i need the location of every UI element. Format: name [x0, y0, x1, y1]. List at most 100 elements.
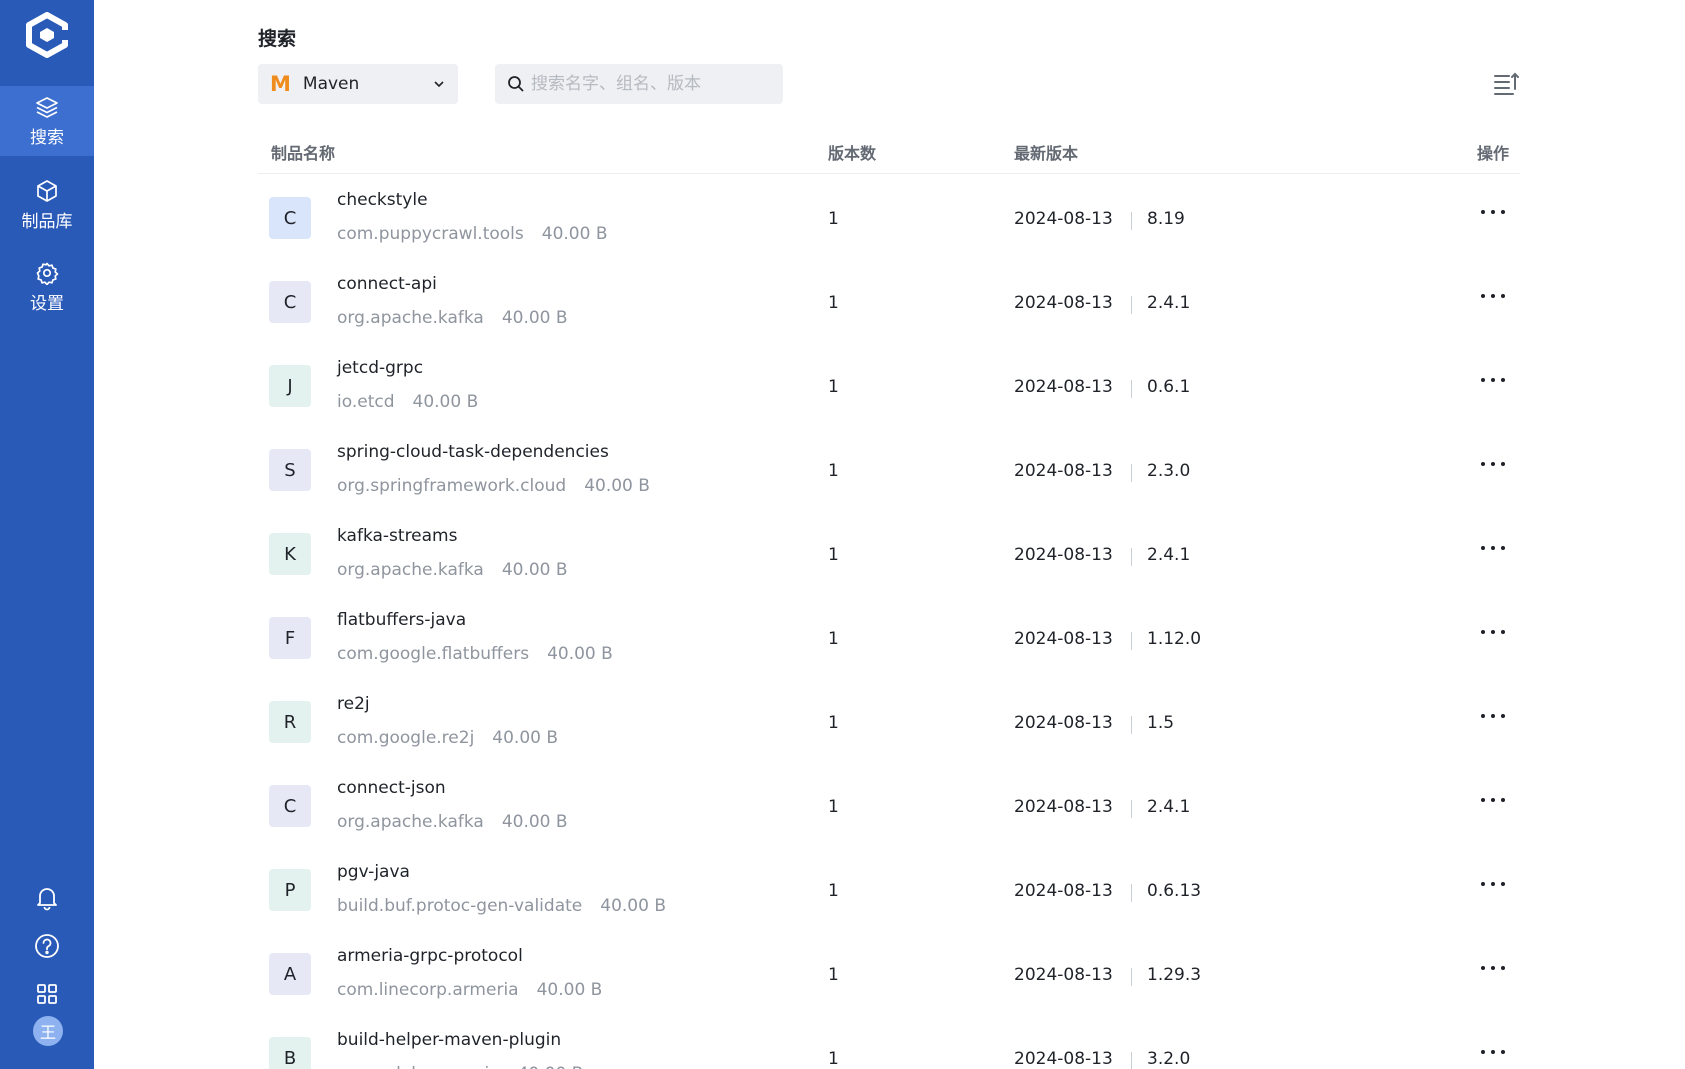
artifact-size: 40.00 B — [547, 644, 613, 664]
table-row[interactable]: Bbuild-helper-maven-plugin org.codehaus.m… — [258, 1016, 1520, 1069]
more-actions-icon[interactable] — [1478, 538, 1508, 558]
more-actions-icon[interactable] — [1478, 958, 1508, 978]
help-icon[interactable] — [33, 932, 61, 960]
artifact-name[interactable]: kafka-streams — [337, 526, 457, 546]
nav-search-label: 搜索 — [30, 127, 64, 148]
artifact-name[interactable]: pgv-java — [337, 862, 410, 882]
search-input[interactable] — [531, 74, 771, 94]
divider — [1131, 884, 1132, 902]
latest-version: 1.5 — [1147, 713, 1175, 733]
layers-icon — [36, 96, 58, 118]
artifact-meta: com.google.flatbuffers 40.00 B — [337, 644, 613, 664]
more-actions-icon[interactable] — [1478, 286, 1508, 306]
version-count: 1 — [828, 713, 839, 733]
divider — [1131, 632, 1132, 650]
version-count: 1 — [828, 881, 839, 901]
artifact-meta: org.apache.kafka 40.00 B — [337, 308, 568, 328]
artifact-name[interactable]: flatbuffers-java — [337, 610, 466, 630]
artifact-group: com.google.flatbuffers — [337, 644, 530, 664]
artifact-name[interactable]: re2j — [337, 694, 370, 714]
artifact-name[interactable]: connect-api — [337, 274, 437, 294]
artifact-initial-badge: P — [269, 869, 311, 911]
more-actions-icon[interactable] — [1478, 202, 1508, 222]
table-row[interactable]: Jjetcd-grpc io.etcd 40.00 B 1 2024-08-13 0.6.… — [258, 344, 1520, 428]
artifact-initial-badge: F — [269, 617, 311, 659]
artifact-initial-badge: K — [269, 533, 311, 575]
artifact-meta: com.puppycrawl.tools 40.00 B — [337, 224, 608, 244]
table-row[interactable]: Ppgv-java build.buf.protoc-gen-validate 40… — [258, 848, 1520, 932]
more-actions-icon[interactable] — [1478, 454, 1508, 474]
divider — [1131, 212, 1132, 230]
artifact-size: 40.00 B — [536, 980, 603, 1000]
more-actions-icon[interactable] — [1478, 370, 1508, 390]
artifact-group: com.google.re2j — [337, 728, 475, 748]
more-actions-icon[interactable] — [1478, 874, 1508, 894]
nav-repository[interactable]: 制品库 — [0, 170, 94, 240]
table-row[interactable]: Fflatbuffers-java com.google.flatbuffers 4… — [258, 596, 1520, 680]
nav-repository-label: 制品库 — [21, 211, 73, 232]
app-logo-icon[interactable] — [24, 12, 70, 58]
repo-type-select[interactable]: M Maven — [258, 64, 458, 104]
table-row[interactable]: Sspring-cloud-task-dependencies org.sprin… — [258, 428, 1520, 512]
more-actions-icon[interactable] — [1478, 790, 1508, 810]
artifact-name[interactable]: build-helper-maven-plugin — [337, 1030, 561, 1050]
version-count: 1 — [828, 377, 839, 397]
table-row[interactable]: Kkafka-streams org.apache.kafka 40.00 B 1 20… — [258, 512, 1520, 596]
divider — [1131, 800, 1132, 818]
artifact-name[interactable]: spring-cloud-task-dependencies — [337, 442, 609, 462]
artifact-meta: build.buf.protoc-gen-validate 40.00 B — [337, 896, 666, 916]
more-actions-icon[interactable] — [1478, 1042, 1508, 1062]
artifact-name[interactable]: jetcd-grpc — [337, 358, 423, 378]
nav-settings-label: 设置 — [30, 293, 64, 314]
chevron-down-icon — [434, 81, 444, 88]
latest-date: 2024-08-13 — [1014, 461, 1113, 481]
version-count: 1 — [828, 293, 839, 313]
apps-grid-icon[interactable] — [33, 980, 61, 1008]
artifact-meta: org.apache.kafka 40.00 B — [337, 560, 568, 580]
artifact-group: com.puppycrawl.tools — [337, 224, 524, 244]
latest-version: 0.6.13 — [1147, 881, 1202, 901]
divider — [1131, 380, 1132, 398]
artifact-initial-badge: B — [269, 1037, 311, 1069]
artifact-name[interactable]: armeria-grpc-protocol — [337, 946, 523, 966]
latest-date: 2024-08-13 — [1014, 965, 1113, 985]
repo-type-value: Maven — [302, 74, 360, 94]
latest-version: 1.29.3 — [1147, 965, 1202, 985]
artifact-size: 40.00 B — [541, 224, 608, 244]
artifact-initial-badge: C — [269, 197, 311, 239]
artifact-name[interactable]: checkstyle — [337, 190, 428, 210]
artifact-size: 40.00 B — [492, 728, 559, 748]
artifact-size: 40.00 B — [518, 1064, 584, 1069]
divider — [1131, 464, 1132, 482]
latest-version: 2.4.1 — [1147, 797, 1191, 817]
artifact-size: 40.00 B — [501, 308, 568, 328]
bell-icon[interactable] — [33, 884, 61, 912]
nav-search[interactable]: 搜索 — [0, 86, 94, 156]
divider — [1131, 716, 1132, 734]
version-count: 1 — [828, 965, 839, 985]
latest-version: 2.4.1 — [1147, 545, 1191, 565]
artifact-name[interactable]: connect-json — [337, 778, 446, 798]
sort-list-icon[interactable] — [1492, 70, 1520, 98]
table-row[interactable]: Cconnect-api org.apache.kafka 40.00 B 1 2024… — [258, 260, 1520, 344]
artifact-group: org.apache.kafka — [337, 560, 484, 580]
table-row[interactable]: Rre2j com.google.re2j 40.00 B 1 2024-08-13 1.… — [258, 680, 1520, 764]
more-actions-icon[interactable] — [1478, 622, 1508, 642]
artifact-group: org.apache.kafka — [337, 812, 484, 832]
table-row[interactable]: Cconnect-json org.apache.kafka 40.00 B 1 202… — [258, 764, 1520, 848]
divider — [1131, 1052, 1132, 1069]
artifact-meta: org.apache.kafka 40.00 B — [337, 812, 568, 832]
version-count: 1 — [828, 209, 839, 229]
artifact-size: 40.00 B — [501, 812, 568, 832]
user-avatar[interactable]: 王 — [33, 1016, 63, 1046]
more-actions-icon[interactable] — [1478, 706, 1508, 726]
latest-date: 2024-08-13 — [1014, 713, 1113, 733]
table-row[interactable]: Ccheckstyle com.puppycrawl.tools 40.00 B 1 2… — [258, 176, 1520, 260]
table-row[interactable]: Aarmeria-grpc-protocol com.linecorp.armer… — [258, 932, 1520, 1016]
artifact-initial-badge: A — [269, 953, 311, 995]
latest-version: 0.6.1 — [1147, 377, 1191, 397]
version-count: 1 — [828, 1049, 839, 1069]
artifact-initial-badge: S — [269, 449, 311, 491]
artifact-initial-badge: R — [269, 701, 311, 743]
nav-settings[interactable]: 设置 — [0, 252, 94, 322]
